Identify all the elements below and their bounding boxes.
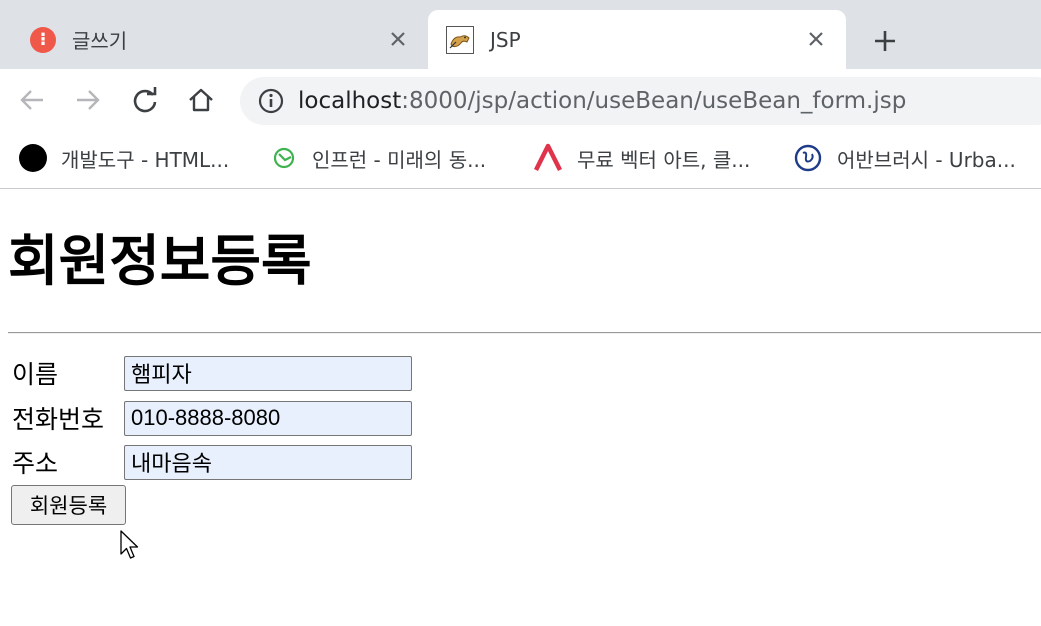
vecteezy-icon [533,143,563,172]
close-icon[interactable] [386,27,410,51]
phone-input[interactable] [124,400,412,436]
form-row-name: 이름 [12,355,412,391]
tomcat-icon [446,25,474,54]
url-host: localhost [298,88,402,114]
form-row-phone: 전화번호 [12,400,412,436]
info-icon[interactable] [258,88,284,114]
close-icon[interactable] [804,27,828,51]
plus-icon [875,31,895,51]
address-bar[interactable]: localhost:8000/jsp/action/useBean/useBea… [240,77,1041,125]
back-button[interactable] [16,84,48,116]
browser-toolbar: localhost:8000/jsp/action/useBean/useBea… [0,69,1041,131]
arrow-right-icon [77,90,100,110]
new-tab-button[interactable] [870,26,900,56]
mouse-cursor-icon [120,530,139,559]
register-button[interactable]: 회원등록 [11,485,126,525]
tab-title: JSP [490,27,521,52]
bookmark-label: 인프런 - 미래의 동... [312,147,487,172]
url-text: localhost:8000/jsp/action/useBean/useBea… [298,88,906,114]
bookmark-label: 어반브러시 - Urba... [837,147,1016,172]
horizontal-rule [8,332,1041,334]
forward-button[interactable] [72,84,104,116]
inflearn-icon [273,147,295,169]
reload-button[interactable] [129,84,161,116]
bookmark-devtools[interactable]: 개발도구 - HTML... [19,143,229,173]
home-icon [189,88,213,112]
tab-strip: 글쓰기 JSP [0,0,1041,69]
bookmark-inflearn[interactable]: 인프런 - 미래의 동... [270,143,486,173]
tab-write[interactable]: 글쓰기 [0,10,428,69]
bookmark-label: 무료 벡터 아트, 클... [577,147,751,172]
black-circle-icon [19,144,47,172]
reload-icon [133,87,157,113]
tab-jsp[interactable]: JSP [428,10,846,69]
address-label: 주소 [12,449,59,478]
home-button[interactable] [185,84,217,116]
form-row-address: 주소 [12,444,412,480]
bookmark-vecteezy[interactable]: 무료 벡터 아트, 클... [533,143,750,173]
bookmark-label: 개발도구 - HTML... [61,147,230,172]
tab-title: 글쓰기 [72,29,128,53]
phone-label: 전화번호 [12,405,105,434]
urbanbrush-icon [794,144,822,172]
bookmarks-bar: 개발도구 - HTML... 인프런 - 미래의 동... 무료 벡터 아트, … [0,131,1041,189]
name-input[interactable] [124,355,412,391]
name-label: 이름 [12,360,59,389]
address-input[interactable] [124,444,412,480]
page-title: 회원정보등록 [8,229,312,293]
url-path: :8000/jsp/action/useBean/useBean_form.js… [401,88,907,114]
tistory-icon [30,26,56,53]
arrow-left-icon [20,90,43,110]
bookmark-urbanbrush[interactable]: 어반브러시 - Urba... [793,143,1016,173]
